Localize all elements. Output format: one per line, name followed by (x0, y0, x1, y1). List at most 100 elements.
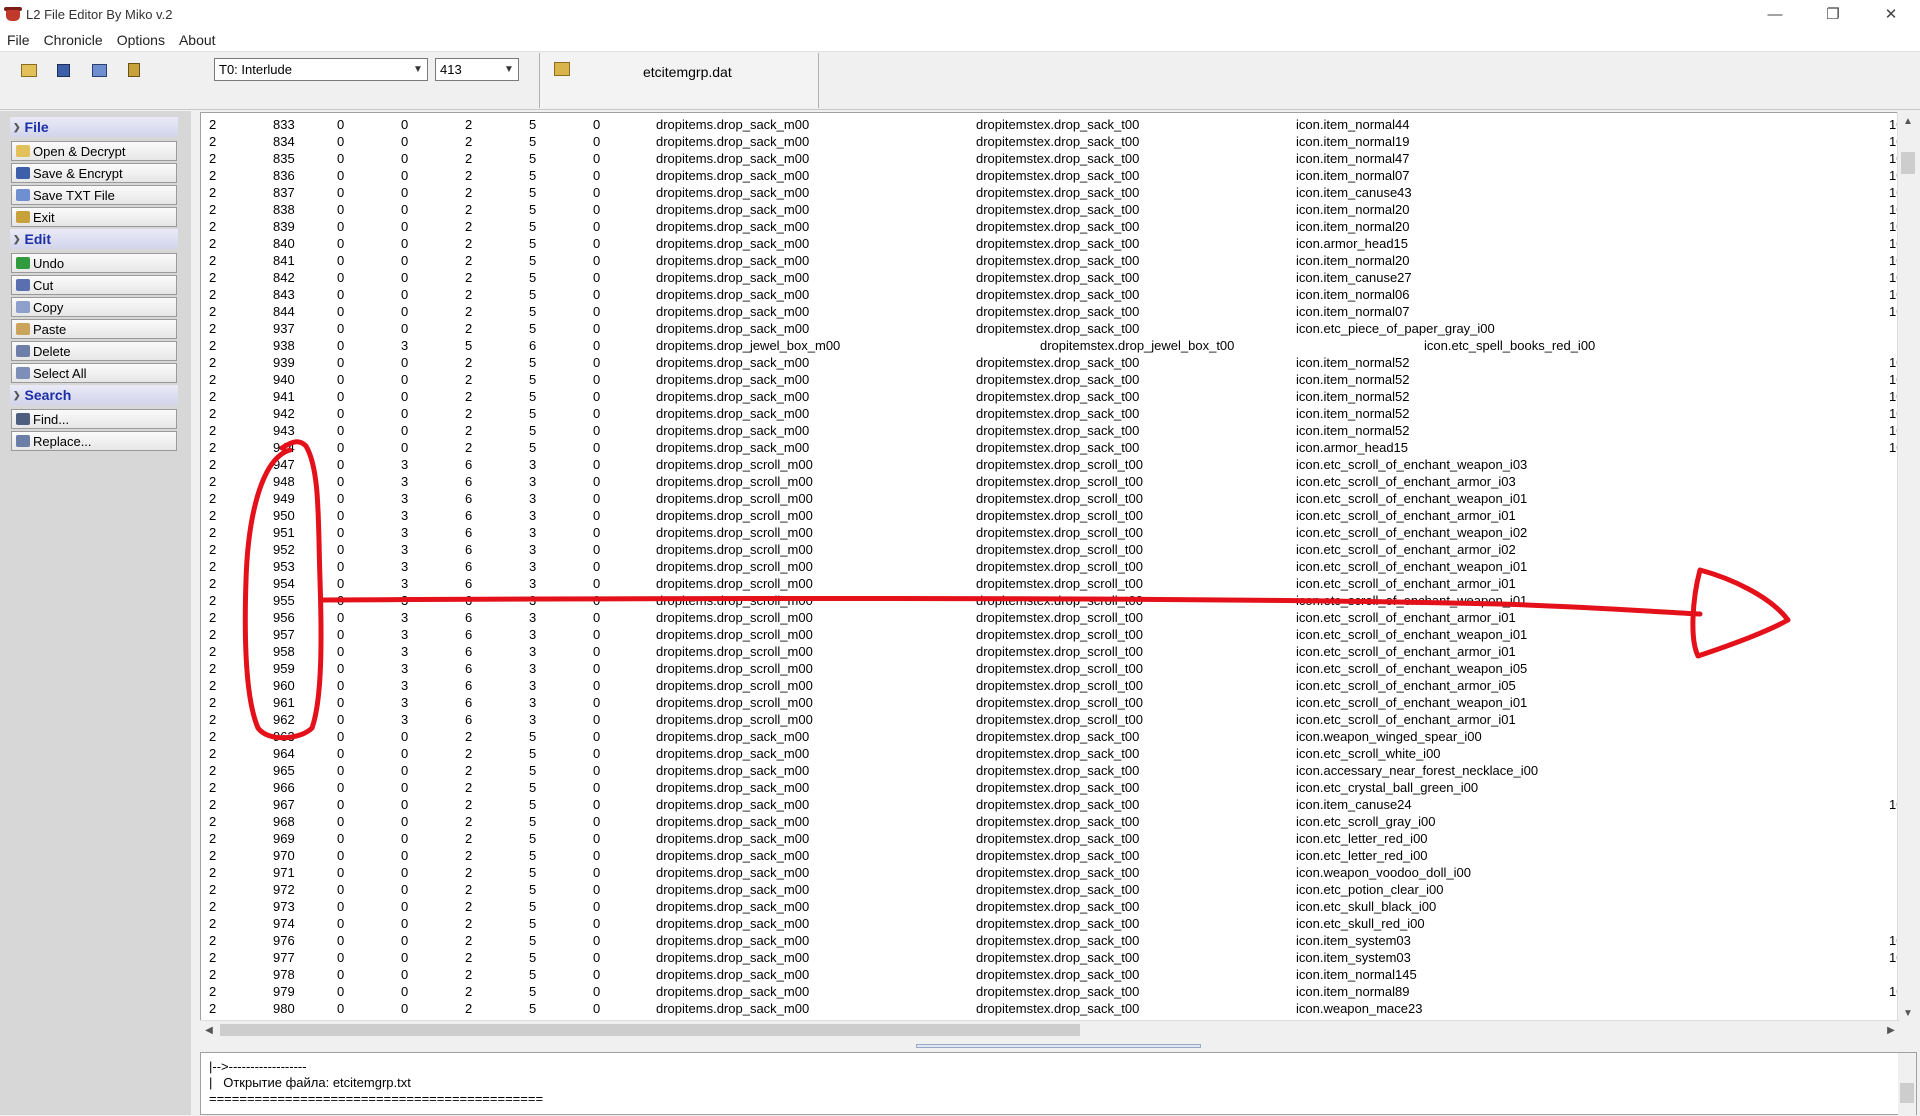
table-row[interactable]: 2 977 0 0 2 5 0 dropitems.drop_sack_m00 dropitem… (201, 949, 1899, 966)
table-cell[interactable]: 2 (465, 371, 472, 388)
table-cell[interactable]: dropitemstex.drop_sack_t00 (976, 388, 1139, 405)
table-cell[interactable]: 0 (337, 405, 344, 422)
table-cell[interactable]: 948 (273, 473, 295, 490)
table-cell[interactable]: 0 (401, 252, 408, 269)
table-cell[interactable]: 5 (529, 405, 536, 422)
table-row[interactable]: 2 953 0 3 6 3 0 dropitems.drop_scroll_m00 dropit… (201, 558, 1899, 575)
table-row[interactable]: 2 834 0 0 2 5 0 dropitems.drop_sack_m00 dropitem… (201, 133, 1899, 150)
table-cell[interactable]: 0 (593, 473, 600, 490)
table-cell[interactable]: 0 (401, 796, 408, 813)
table-row[interactable]: 2 964 0 0 2 5 0 dropitems.drop_sack_m00 dropitem… (201, 745, 1899, 762)
table-cell[interactable]: 5 (529, 745, 536, 762)
table-cell[interactable]: dropitemstex.drop_sack_t00 (976, 762, 1139, 779)
table-cell[interactable]: dropitems.drop_scroll_m00 (656, 473, 813, 490)
table-cell[interactable]: 5 (529, 830, 536, 847)
table-cell[interactable]: icon.item_normal20 (1296, 218, 1409, 235)
table-cell[interactable]: 0 (337, 660, 344, 677)
table-cell[interactable]: dropitems.drop_jewel_box_m00 (656, 337, 840, 354)
table-cell[interactable]: 2 (209, 218, 216, 235)
table-cell[interactable]: 6 (465, 660, 472, 677)
table-cell[interactable]: 0 (401, 303, 408, 320)
table-cell[interactable]: 2 (209, 796, 216, 813)
table-row[interactable]: 2 974 0 0 2 5 0 dropitems.drop_sack_m00 dropitem… (201, 915, 1899, 932)
table-cell[interactable]: 964 (273, 745, 295, 762)
table-cell[interactable]: dropitemstex.drop_sack_t00 (976, 745, 1139, 762)
table-cell[interactable]: 0 (593, 320, 600, 337)
table-cell[interactable]: 2 (465, 269, 472, 286)
table-cell[interactable]: 0 (401, 932, 408, 949)
table-cell[interactable]: icon.item_normal52 (1296, 405, 1409, 422)
table-cell[interactable]: icon.etc_scroll_of_enchant_armor_i01 (1296, 643, 1516, 660)
table-cell[interactable]: 3 (401, 660, 408, 677)
table-row[interactable]: 2 965 0 0 2 5 0 dropitems.drop_sack_m00 dropitem… (201, 762, 1899, 779)
table-cell[interactable]: 0 (337, 116, 344, 133)
table-cell[interactable]: icon.accessary_near_forest_necklace_i00 (1296, 762, 1538, 779)
table-cell[interactable]: 0 (401, 388, 408, 405)
save-encrypt-button[interactable]: Save & Encrypt (11, 163, 177, 183)
table-cell[interactable]: 0 (593, 558, 600, 575)
table-row[interactable]: 2 941 0 0 2 5 0 dropitems.drop_sack_m00 dropitem… (201, 388, 1899, 405)
table-cell[interactable]: 6 (465, 558, 472, 575)
table-cell[interactable]: 0 (337, 235, 344, 252)
table-cell[interactable]: icon.weapon_mace23 (1296, 1000, 1422, 1017)
table-row[interactable]: 2 835 0 0 2 5 0 dropitems.drop_sack_m00 dropitem… (201, 150, 1899, 167)
table-cell[interactable]: 2 (209, 201, 216, 218)
table-cell[interactable]: 0 (337, 643, 344, 660)
table-cell[interactable]: dropitems.drop_scroll_m00 (656, 456, 813, 473)
table-row[interactable]: 2 943 0 0 2 5 0 dropitems.drop_sack_m00 dropitem… (201, 422, 1899, 439)
table-cell[interactable]: 6 (529, 337, 536, 354)
table-cell[interactable]: 0 (337, 677, 344, 694)
table-cell[interactable]: icon.item_normal06 (1296, 286, 1409, 303)
table-cell[interactable]: 5 (529, 286, 536, 303)
table-cell[interactable]: dropitemstex.drop_scroll_t00 (976, 626, 1143, 643)
table-cell[interactable]: icon.item_normal52 (1296, 422, 1409, 439)
table-cell[interactable]: 0 (593, 830, 600, 847)
table-cell[interactable]: 0 (401, 830, 408, 847)
table-cell[interactable]: icon.etc_crystal_ball_green_i00 (1296, 779, 1478, 796)
table-cell[interactable]: icon.item_normal20 (1296, 252, 1409, 269)
table-row[interactable]: 2 960 0 3 6 3 0 dropitems.drop_scroll_m00 dropit… (201, 677, 1899, 694)
table-cell[interactable]: 3 (401, 456, 408, 473)
table-cell[interactable]: dropitemstex.drop_sack_t00 (976, 932, 1139, 949)
table-cell[interactable]: icon.weapon_winged_spear_i00 (1296, 728, 1482, 745)
table-cell[interactable]: 0 (401, 150, 408, 167)
table-cell[interactable]: 834 (273, 133, 295, 150)
table-cell[interactable]: 0 (337, 524, 344, 541)
exit-menu-button[interactable]: Exit (11, 207, 177, 227)
table-cell[interactable]: dropitemstex.drop_scroll_t00 (976, 660, 1143, 677)
table-cell[interactable]: dropitemstex.drop_scroll_t00 (976, 694, 1143, 711)
table-cell[interactable]: 2 (209, 983, 216, 1000)
table-cell[interactable]: 2 (209, 609, 216, 626)
horizontal-scrollbar[interactable]: ◀ ▶ (200, 1020, 1900, 1038)
table-cell[interactable]: 2 (209, 847, 216, 864)
table-cell[interactable]: dropitemstex.drop_jewel_box_t00 (1040, 337, 1234, 354)
table-cell[interactable]: 2 (209, 541, 216, 558)
table-cell[interactable]: dropitems.drop_scroll_m00 (656, 575, 813, 592)
vertical-scrollbar[interactable]: ▲ ▼ (1897, 112, 1917, 1022)
table-cell[interactable]: 0 (337, 932, 344, 949)
table-row[interactable]: 2 955 0 3 6 3 0 dropitems.drop_scroll_m00 dropit… (201, 592, 1899, 609)
table-cell[interactable]: 0 (401, 813, 408, 830)
table-cell[interactable]: 844 (273, 303, 295, 320)
table-cell[interactable]: 2 (209, 456, 216, 473)
save-txt-button[interactable]: Save TXT File (11, 185, 177, 205)
table-cell[interactable]: 2 (465, 830, 472, 847)
table-cell[interactable]: 0 (337, 354, 344, 371)
log-scroll-thumb[interactable] (1900, 1083, 1914, 1103)
table-cell[interactable]: icon.item_normal07 (1296, 303, 1409, 320)
table-cell[interactable]: 2 (209, 524, 216, 541)
table-cell[interactable]: 972 (273, 881, 295, 898)
cut-button[interactable]: Cut (11, 275, 177, 295)
table-cell[interactable]: 0 (401, 320, 408, 337)
table-cell[interactable]: 980 (273, 1000, 295, 1017)
table-cell[interactable]: 0 (401, 201, 408, 218)
table-row[interactable]: 2 970 0 0 2 5 0 dropitems.drop_sack_m00 dropitem… (201, 847, 1899, 864)
table-row[interactable]: 2 954 0 3 6 3 0 dropitems.drop_scroll_m00 dropit… (201, 575, 1899, 592)
table-cell[interactable]: 5 (529, 252, 536, 269)
table-cell[interactable]: dropitems.drop_sack_m00 (656, 133, 809, 150)
table-cell[interactable]: 3 (529, 524, 536, 541)
table-cell[interactable]: 6 (465, 575, 472, 592)
table-cell[interactable]: 2 (209, 745, 216, 762)
table-cell[interactable]: 0 (401, 422, 408, 439)
table-cell[interactable]: dropitems.drop_scroll_m00 (656, 660, 813, 677)
